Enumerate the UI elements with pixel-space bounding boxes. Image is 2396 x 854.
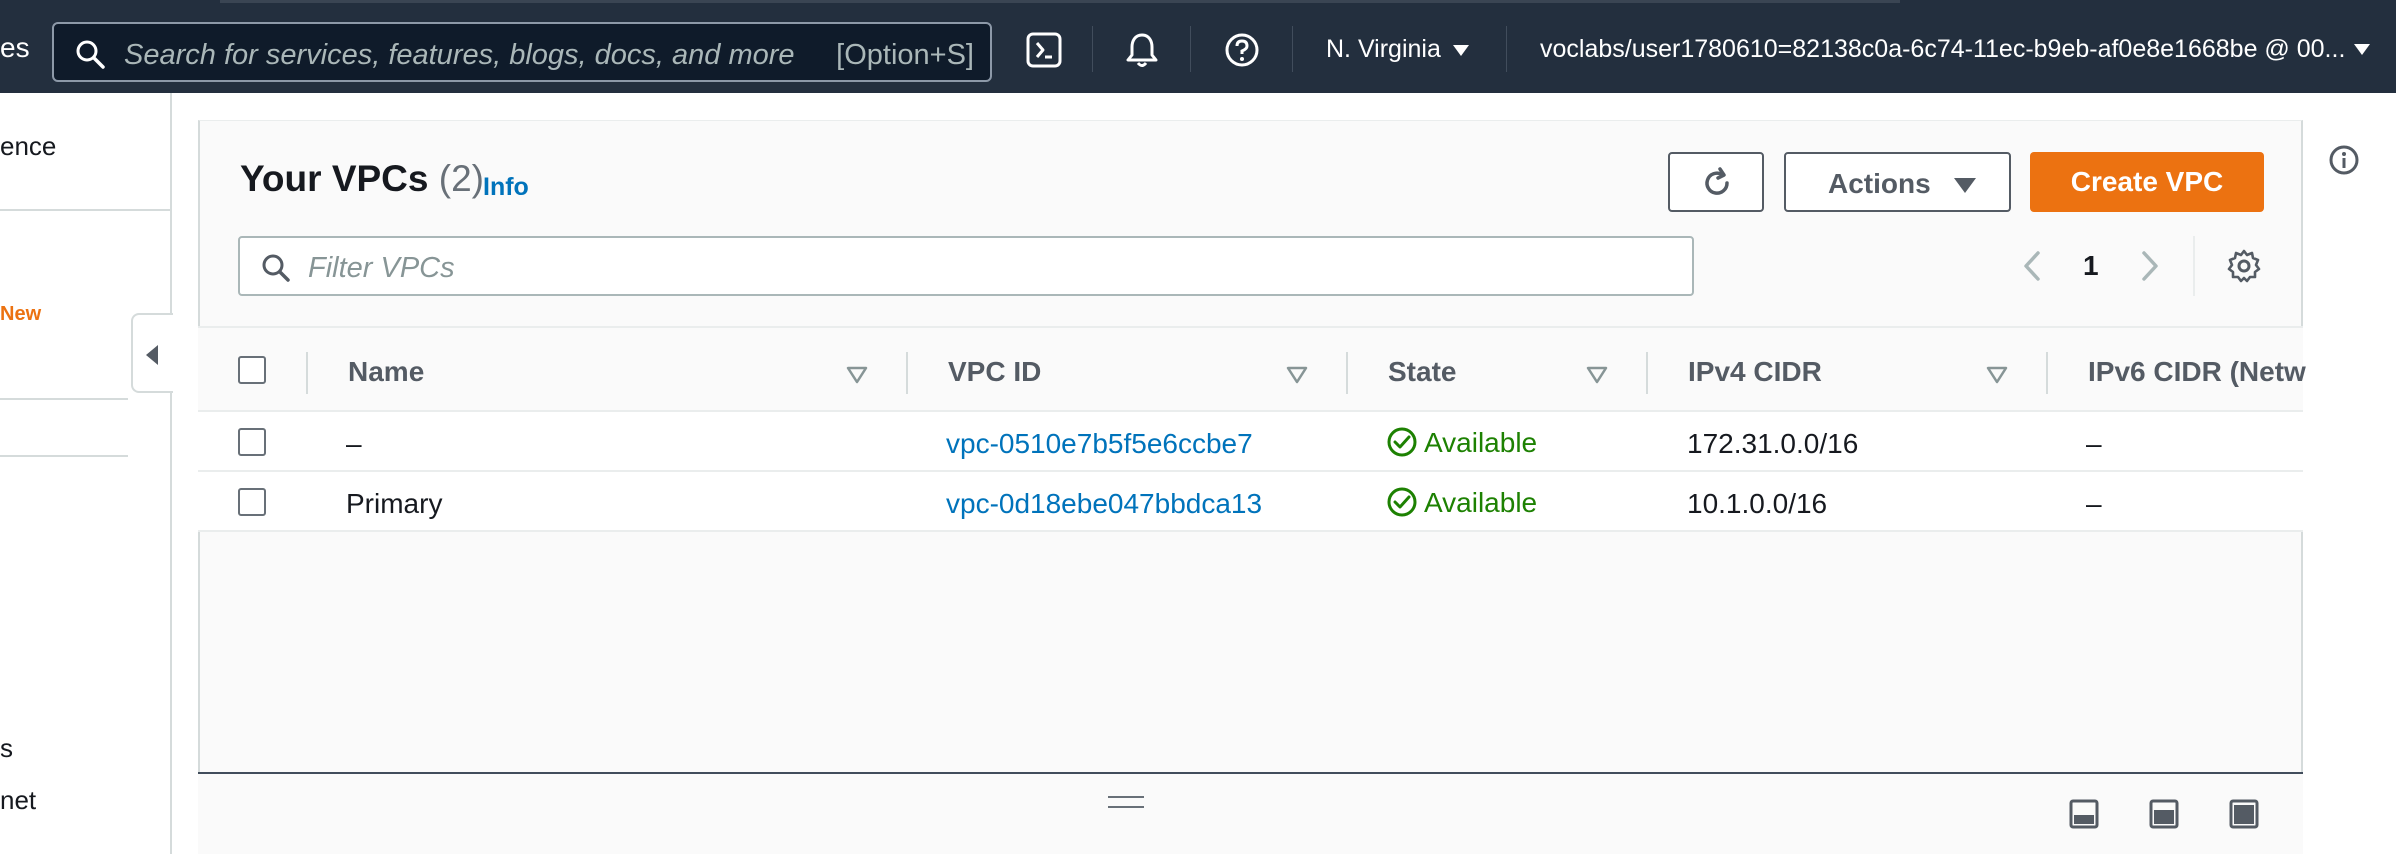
- sidebar-divider: [0, 455, 128, 457]
- actions-dropdown-button[interactable]: Actions: [1784, 152, 2011, 212]
- select-all-checkbox[interactable]: [238, 356, 266, 384]
- gear-icon[interactable]: [2226, 248, 2262, 284]
- caret-left-icon: [146, 345, 158, 365]
- column-divider: [1346, 352, 1348, 394]
- state-badge: Available: [1386, 486, 1537, 519]
- account-label: voclabs/user1780610=82138c0a-6c74-11ec-b…: [1540, 35, 2346, 63]
- info-link[interactable]: Info: [483, 173, 529, 202]
- row-checkbox[interactable]: [238, 428, 266, 456]
- page-number[interactable]: 1: [2083, 250, 2099, 282]
- sort-icon[interactable]: [1286, 365, 1308, 385]
- ipv6-cidr: –: [2086, 428, 2102, 459]
- ipv6-cidr: –: [2086, 488, 2102, 519]
- page-title: Your VPCs (2): [240, 158, 484, 200]
- nav-divider: [1506, 26, 1507, 72]
- notifications-bell-icon[interactable]: [1122, 30, 1162, 70]
- refresh-button[interactable]: [1668, 152, 1764, 212]
- page-title-text: Your VPCs: [240, 158, 429, 199]
- ipv4-cidr: 10.1.0.0/16: [1687, 488, 1828, 519]
- account-menu[interactable]: voclabs/user1780610=82138c0a-6c74-11ec-b…: [1540, 35, 2370, 64]
- column-header-ipv4-cidr[interactable]: IPv4 CIDR: [1688, 356, 1822, 388]
- sort-icon[interactable]: [1586, 365, 1608, 385]
- column-divider: [906, 352, 908, 394]
- search-shortcut-hint: [Option+S]: [836, 39, 974, 71]
- resize-handle[interactable]: [1108, 796, 1144, 808]
- help-icon[interactable]: [1222, 30, 1262, 70]
- column-divider: [2046, 352, 2048, 394]
- column-divider: [306, 352, 308, 394]
- split-panel-bottom-icon[interactable]: [2068, 798, 2100, 830]
- check-circle-icon: [1387, 427, 1417, 457]
- collapse-sidebar-button[interactable]: [131, 313, 173, 393]
- global-search-input[interactable]: Search for services, features, blogs, do…: [52, 22, 992, 82]
- new-badge: New: [0, 303, 42, 325]
- tools-rail: [2303, 93, 2396, 854]
- nav-accent-line: [220, 0, 1900, 3]
- nav-divider: [1190, 26, 1191, 72]
- column-header-ipv6-cidr[interactable]: IPv6 CIDR (Netw: [2088, 356, 2306, 388]
- sort-icon[interactable]: [1986, 365, 2008, 385]
- column-divider: [1646, 352, 1648, 394]
- vpc-name: –: [346, 428, 362, 459]
- info-icon[interactable]: [2328, 144, 2360, 176]
- region-selector[interactable]: N. Virginia: [1326, 35, 1469, 64]
- chevron-down-icon: [1452, 44, 1469, 56]
- nav-divider: [1092, 26, 1093, 72]
- column-header-vpc-id[interactable]: VPC ID: [948, 356, 1041, 388]
- vpc-id-link[interactable]: vpc-0d18ebe047bbdca13: [946, 488, 1262, 520]
- actions-label: Actions: [1828, 168, 1931, 199]
- search-icon: [76, 40, 105, 69]
- vpc-count: (2): [438, 158, 484, 199]
- cloudshell-icon[interactable]: [1024, 30, 1064, 70]
- ipv4-cidr: 172.31.0.0/16: [1687, 428, 1859, 459]
- search-placeholder: Search for services, features, blogs, do…: [124, 39, 795, 71]
- top-navigation: es Search for services, features, blogs,…: [0, 0, 2396, 93]
- split-panel: [198, 772, 2303, 854]
- region-label: N. Virginia: [1326, 35, 1441, 63]
- next-page-icon[interactable]: [2134, 248, 2164, 284]
- left-sidebar: ence New s net: [0, 93, 172, 854]
- create-vpc-button[interactable]: Create VPC: [2030, 152, 2264, 212]
- caret-down-icon: [1954, 178, 1976, 193]
- state-text: Available: [1424, 487, 1538, 518]
- column-header-state[interactable]: State: [1388, 356, 1456, 388]
- services-menu-label[interactable]: es: [0, 32, 30, 64]
- sidebar-divider: [0, 209, 172, 211]
- previous-page-icon[interactable]: [2018, 248, 2048, 284]
- split-panel-middle-icon[interactable]: [2148, 798, 2180, 830]
- table-header: Name VPC ID State IPv4 CIDR IPv6 CIDR (N…: [198, 326, 2306, 412]
- check-circle-icon: [1387, 487, 1417, 517]
- table-row[interactable]: Primary vpc-0d18ebe047bbdca13 Available …: [198, 472, 2303, 532]
- row-checkbox[interactable]: [238, 488, 266, 516]
- sidebar-divider: [0, 398, 128, 400]
- split-panel-full-icon[interactable]: [2228, 798, 2260, 830]
- pagination-divider: [2193, 236, 2195, 296]
- filter-vpcs-input[interactable]: Filter VPCs: [238, 236, 1694, 296]
- search-icon: [262, 254, 290, 282]
- table-row[interactable]: – vpc-0510e7b5f5e6ccbe7 Available 172.31…: [198, 412, 2303, 472]
- vpc-id-link[interactable]: vpc-0510e7b5f5e6ccbe7: [946, 428, 1253, 460]
- filter-placeholder: Filter VPCs: [308, 252, 455, 284]
- chevron-down-icon[interactable]: [2354, 44, 2370, 55]
- sidebar-item-truncated[interactable]: ence: [0, 131, 56, 162]
- state-badge: Available: [1386, 426, 1537, 459]
- nav-divider: [1292, 26, 1293, 72]
- vpc-name: Primary: [346, 488, 443, 519]
- state-text: Available: [1424, 427, 1538, 458]
- sidebar-item-truncated[interactable]: net: [0, 785, 36, 816]
- sort-icon[interactable]: [846, 365, 868, 385]
- column-header-name[interactable]: Name: [348, 356, 424, 388]
- sidebar-item-truncated[interactable]: s: [0, 733, 13, 764]
- refresh-icon: [1705, 167, 1729, 195]
